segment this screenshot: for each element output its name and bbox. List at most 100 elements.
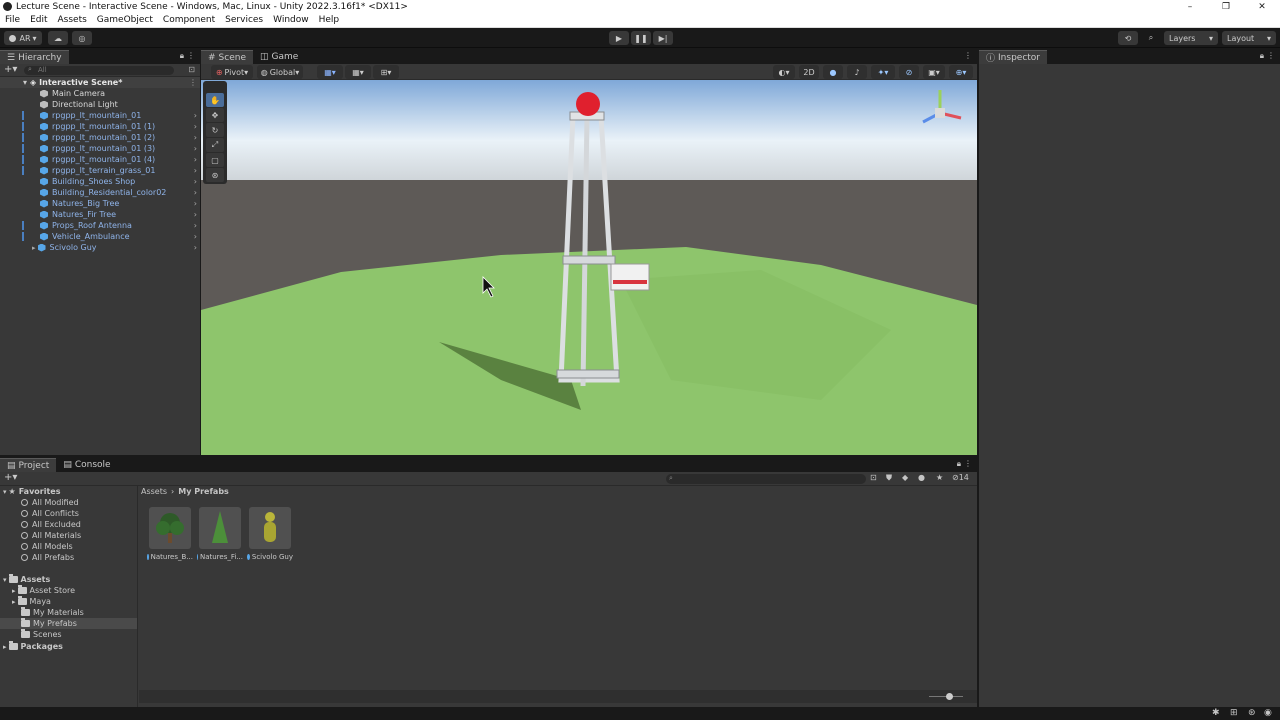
- search-button[interactable]: ⌕: [1141, 31, 1161, 45]
- chevron-right-icon[interactable]: ›: [194, 188, 197, 197]
- tab-project[interactable]: ▤ Project: [0, 458, 57, 472]
- scene-root-row[interactable]: ▾ ◈ Interactive Scene* ⋮: [0, 77, 200, 88]
- tab-inspector[interactable]: ⓘ Inspector: [979, 50, 1047, 64]
- audio-toggle[interactable]: ♪: [847, 65, 867, 79]
- move-tool-button[interactable]: ✥: [206, 108, 224, 122]
- bug-icon[interactable]: ✱: [1212, 708, 1220, 718]
- favorite-item[interactable]: All Modified: [21, 497, 79, 508]
- tag-icon[interactable]: ◆: [902, 473, 908, 482]
- hierarchy-item[interactable]: Building_Residential_color02 ›: [0, 187, 200, 198]
- cloud-button[interactable]: ☁: [48, 31, 68, 45]
- lighting-icon[interactable]: ◉: [1264, 708, 1272, 718]
- undo-history-button[interactable]: ⟲: [1118, 31, 1138, 45]
- hierarchy-item[interactable]: Natures_Fir Tree ›: [0, 209, 200, 220]
- lock-icon[interactable]: 🔒︎: [957, 459, 961, 469]
- folder-item[interactable]: Scenes: [21, 629, 62, 640]
- close-button[interactable]: ✕: [1244, 2, 1280, 12]
- menu-component[interactable]: Component: [158, 15, 220, 25]
- chevron-right-icon[interactable]: ▸: [32, 244, 36, 252]
- star-icon[interactable]: ★: [936, 473, 943, 482]
- transform-tool-button[interactable]: ⊛: [206, 168, 224, 182]
- pivot-dropdown[interactable]: ⊕ Pivot ▾: [211, 65, 253, 79]
- lighting-toggle[interactable]: ●: [823, 65, 843, 79]
- menu-edit[interactable]: Edit: [25, 15, 52, 25]
- chevron-right-icon[interactable]: ›: [194, 177, 197, 186]
- hierarchy-item[interactable]: Main Camera: [0, 88, 200, 99]
- hand-tool-button[interactable]: ✋: [206, 93, 224, 107]
- hierarchy-search-input[interactable]: All: [24, 66, 174, 75]
- step-button[interactable]: ▶|: [653, 31, 673, 45]
- kebab-menu-icon[interactable]: ⋮: [187, 51, 195, 60]
- layers-dropdown[interactable]: Layers ▾: [1164, 31, 1218, 45]
- hierarchy-item[interactable]: rpgpp_lt_mountain_01 (3) ›: [0, 143, 200, 154]
- chevron-right-icon[interactable]: ›: [194, 243, 197, 252]
- effects-toggle[interactable]: ✦▾: [871, 65, 895, 79]
- tab-hierarchy[interactable]: ☰ Hierarchy: [0, 50, 69, 64]
- hierarchy-item[interactable]: rpgpp_lt_mountain_01 ›: [0, 110, 200, 121]
- kebab-menu-icon[interactable]: ⋮: [1267, 51, 1275, 60]
- breadcrumb-current[interactable]: My Prefabs: [178, 487, 229, 496]
- hidden-packages-button[interactable]: ⊘14: [952, 473, 969, 482]
- hierarchy-item[interactable]: rpgpp_lt_mountain_01 (4) ›: [0, 154, 200, 165]
- chevron-right-icon[interactable]: ›: [194, 155, 197, 164]
- add-button[interactable]: +▾: [4, 64, 17, 75]
- hierarchy-item[interactable]: rpgpp_lt_terrain_grass_01 ›: [0, 165, 200, 176]
- play-button[interactable]: ▶: [609, 31, 629, 45]
- menu-window[interactable]: Window: [268, 15, 314, 25]
- create-button[interactable]: +▾: [4, 472, 17, 483]
- grid-visibility-button[interactable]: ▦▾: [345, 65, 371, 79]
- menu-help[interactable]: Help: [314, 15, 345, 25]
- chevron-right-icon[interactable]: ›: [194, 221, 197, 230]
- grid-snap-button[interactable]: ▦▾: [317, 65, 343, 79]
- progress-icon[interactable]: ⊛: [1248, 708, 1256, 718]
- packages-header[interactable]: ▸ Packages: [3, 641, 63, 652]
- hierarchy-item[interactable]: ▸ Scivolo Guy ›: [0, 242, 200, 253]
- gizmos-button[interactable]: ⊕▾: [949, 65, 973, 79]
- hierarchy-item[interactable]: Directional Light: [0, 99, 200, 110]
- collab-button[interactable]: ◎: [72, 31, 92, 45]
- cpu-icon[interactable]: ⊞: [1230, 708, 1238, 718]
- folder-item[interactable]: ▸ Maya: [12, 596, 51, 607]
- chevron-right-icon[interactable]: ›: [194, 199, 197, 208]
- kebab-menu-icon[interactable]: ⋮: [189, 78, 197, 87]
- info-icon[interactable]: ●: [918, 473, 925, 482]
- scale-tool-button[interactable]: ⤢: [206, 138, 224, 152]
- hierarchy-item[interactable]: Building_Shoes Shop ›: [0, 176, 200, 187]
- asset-item[interactable]: Scivolo Guy: [247, 507, 293, 561]
- camera-settings-button[interactable]: ▣▾: [923, 65, 945, 79]
- lock-icon[interactable]: 🔒︎: [1260, 51, 1264, 61]
- favorite-item[interactable]: All Models: [21, 541, 73, 552]
- mode-2d-button[interactable]: 2D: [799, 65, 819, 79]
- menu-file[interactable]: File: [0, 15, 25, 25]
- hierarchy-item[interactable]: rpgpp_lt_mountain_01 (2) ›: [0, 132, 200, 143]
- scene-viewport[interactable]: ✋ ✥ ↻ ⤢ ▢ ⊛: [201, 80, 977, 455]
- menu-assets[interactable]: Assets: [53, 15, 92, 25]
- pause-button[interactable]: ❚❚: [631, 31, 651, 45]
- hierarchy-item[interactable]: Props_Roof Antenna ›: [0, 220, 200, 231]
- menu-services[interactable]: Services: [220, 15, 268, 25]
- search-by-type-icon[interactable]: ⊡: [870, 473, 877, 482]
- asset-item[interactable]: Natures_B...: [147, 507, 193, 561]
- search-options-icon[interactable]: ⊡: [188, 65, 195, 74]
- chevron-right-icon[interactable]: ›: [194, 111, 197, 120]
- chevron-right-icon[interactable]: ›: [194, 166, 197, 175]
- search-by-label-icon[interactable]: ⛊: [886, 473, 892, 483]
- assets-header[interactable]: ▾ Assets: [3, 574, 50, 585]
- kebab-menu-icon[interactable]: ⋮: [964, 459, 972, 468]
- chevron-right-icon[interactable]: ›: [194, 232, 197, 241]
- favorite-item[interactable]: All Prefabs: [21, 552, 74, 563]
- rotate-tool-button[interactable]: ↻: [206, 123, 224, 137]
- orientation-gizmo-icon[interactable]: [913, 86, 967, 140]
- favorite-item[interactable]: All Materials: [21, 530, 81, 541]
- chevron-right-icon[interactable]: ›: [194, 122, 197, 131]
- project-search-input[interactable]: ⌕: [666, 474, 866, 484]
- account-button[interactable]: AR ▾: [4, 31, 42, 45]
- chevron-right-icon[interactable]: ›: [194, 133, 197, 142]
- increment-snap-button[interactable]: ⊞▾: [373, 65, 399, 79]
- hierarchy-item[interactable]: Natures_Big Tree ›: [0, 198, 200, 209]
- minimize-button[interactable]: –: [1172, 2, 1208, 12]
- menu-gameobject[interactable]: GameObject: [92, 15, 158, 25]
- folder-item[interactable]: My Materials: [21, 607, 84, 618]
- lock-icon[interactable]: 🔒︎: [180, 51, 184, 61]
- rect-tool-button[interactable]: ▢: [206, 153, 224, 167]
